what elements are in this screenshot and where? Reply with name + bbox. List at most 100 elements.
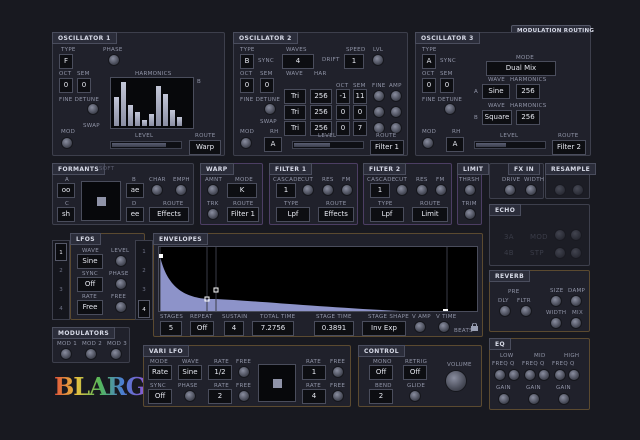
osc1-fine-detune-knob[interactable] [87,103,99,115]
echo-knob-3[interactable] [554,247,566,259]
osc2-mod-knob[interactable] [240,137,252,149]
resample-knob-2[interactable] [572,184,584,196]
formant-c-select[interactable]: sh [57,207,75,222]
warp-mode-select[interactable]: K [227,183,257,198]
osc2-row3-wave[interactable]: Tri [284,121,306,136]
vari-sync-select[interactable]: Off [148,389,172,404]
filter1-cascade-field[interactable]: 1 [276,183,296,198]
vari-free4-knob[interactable] [332,390,344,402]
osc2-row2-fine-knob[interactable] [373,106,385,118]
osc1-sem-field[interactable]: 0 [77,78,91,93]
vari-rate2-field[interactable]: 2 [208,389,232,404]
env-stage-time-field[interactable]: 0.3891 [314,321,354,336]
control-retrig-select[interactable]: Off [403,365,427,380]
osc2-row2-amp-knob[interactable] [390,106,402,118]
osc2-row1-wave[interactable]: Tri [284,89,306,104]
filter1-cut-knob[interactable] [302,184,314,196]
mod1-knob[interactable] [60,348,72,360]
filter2-cut-knob[interactable] [396,184,408,196]
mod2-knob[interactable] [85,348,97,360]
osc1-phase-knob[interactable] [108,54,120,66]
eq-low-q-knob[interactable] [508,369,520,381]
osc2-rh-select[interactable]: A [264,137,282,152]
osc3-route-select[interactable]: Filter 2 [552,140,586,155]
osc2-row1-fine-knob[interactable] [373,90,385,102]
mod3-knob[interactable] [110,348,122,360]
echo-knob-4[interactable] [570,247,582,259]
formant-route-select[interactable]: Effects [149,207,189,222]
filter2-fm-knob[interactable] [435,184,447,196]
osc3-level-slider[interactable] [474,141,546,149]
osc3-harm-a-field[interactable]: 256 [516,84,540,99]
osc2-sem-field[interactable]: 0 [260,78,274,93]
vari-rate-select[interactable]: 1/2 [208,365,232,380]
osc2-sync-label[interactable]: SYNC [258,58,274,64]
osc2-row1-har[interactable]: 256 [310,89,332,104]
osc1-oct-field[interactable]: 0 [59,78,73,93]
limit-trim-knob[interactable] [464,208,476,220]
harmonic-bar[interactable] [121,82,126,126]
envelope-tab-4[interactable]: 4 [138,300,150,318]
osc2-row1-sem[interactable]: 11 [353,89,367,104]
limit-thrsh-knob[interactable] [464,184,476,196]
lock-icon[interactable] [471,316,478,331]
filter1-res-knob[interactable] [322,184,334,196]
harmonic-bar[interactable] [149,114,154,126]
reverb-width-knob[interactable] [550,317,562,329]
osc2-swap-label[interactable]: SWAP [260,119,277,125]
lfo-wave-select[interactable]: Sine [77,254,103,269]
osc3-mod-knob[interactable] [422,137,434,149]
osc2-lvl-knob[interactable] [372,54,384,66]
vari-free3-knob[interactable] [332,366,344,378]
osc2-row2-oct[interactable]: 0 [336,105,350,120]
osc2-row1-amp-knob[interactable] [390,90,402,102]
osc3-wave-b-select[interactable]: Square [482,110,512,125]
control-volume-knob[interactable] [445,370,467,392]
formant-char-knob[interactable] [151,184,163,196]
control-bend-field[interactable]: 2 [369,389,393,404]
osc2-fine-detune-knob[interactable] [264,103,276,115]
filter1-type-select[interactable]: Lpf [276,207,310,222]
env-total-time-field[interactable]: 7.2756 [252,321,294,336]
eq-high-gain-knob[interactable] [558,393,570,405]
filter1-fm-knob[interactable] [341,184,353,196]
harmonic-bar[interactable] [135,112,140,126]
resample-knob-1[interactable] [554,184,566,196]
lfo-free-knob[interactable] [115,301,127,313]
vari-mode-select[interactable]: Rate [148,365,172,380]
osc2-row2-sem[interactable]: 0 [353,105,367,120]
osc3-sync-label[interactable]: SYNC [440,58,456,64]
osc3-oct-field[interactable]: 0 [422,78,436,93]
envelope-tab-1[interactable]: 1 [138,243,150,261]
env-sustain-field[interactable]: 4 [224,321,244,336]
control-mono-select[interactable]: Off [369,365,393,380]
osc1-route-select[interactable]: Warp [189,140,221,155]
eq-mid-q-knob[interactable] [538,369,550,381]
harmonic-bar[interactable] [156,86,161,126]
env-stage-shape-select[interactable]: Inv Exp [362,321,406,336]
echo-knob-1[interactable] [554,229,566,241]
vari-rate3-field[interactable]: 1 [302,365,326,380]
eq-mid-freq-knob[interactable] [524,369,536,381]
osc3-sem-field[interactable]: 0 [440,78,454,93]
osc1-type-select[interactable]: F [59,54,73,69]
osc2-route-select[interactable]: Filter 1 [370,140,404,155]
osc2-row1-oct[interactable]: -1 [336,89,350,104]
echo-knob-2[interactable] [570,229,582,241]
osc1-level-slider[interactable] [110,141,182,149]
osc2-speed-field[interactable]: 1 [344,54,364,69]
osc2-oct-field[interactable]: 0 [240,78,254,93]
reverb-dly-knob[interactable] [499,305,511,317]
vari-wave-select[interactable]: Sine [178,365,202,380]
vari-free2-knob[interactable] [238,390,250,402]
harmonic-bar[interactable] [163,94,168,126]
lfo-phase-knob[interactable] [115,278,127,290]
envelope-graph[interactable] [158,246,478,312]
filter2-route-select[interactable]: Limit [412,207,448,222]
osc2-row2-har[interactable]: 256 [310,105,332,120]
vari-lfo-xy-pad[interactable] [258,364,296,402]
lfo-rate-select[interactable]: Free [77,300,103,315]
fx-width-knob[interactable] [525,184,537,196]
eq-high-q-knob[interactable] [568,369,580,381]
formant-b-select[interactable]: ae [126,183,144,198]
